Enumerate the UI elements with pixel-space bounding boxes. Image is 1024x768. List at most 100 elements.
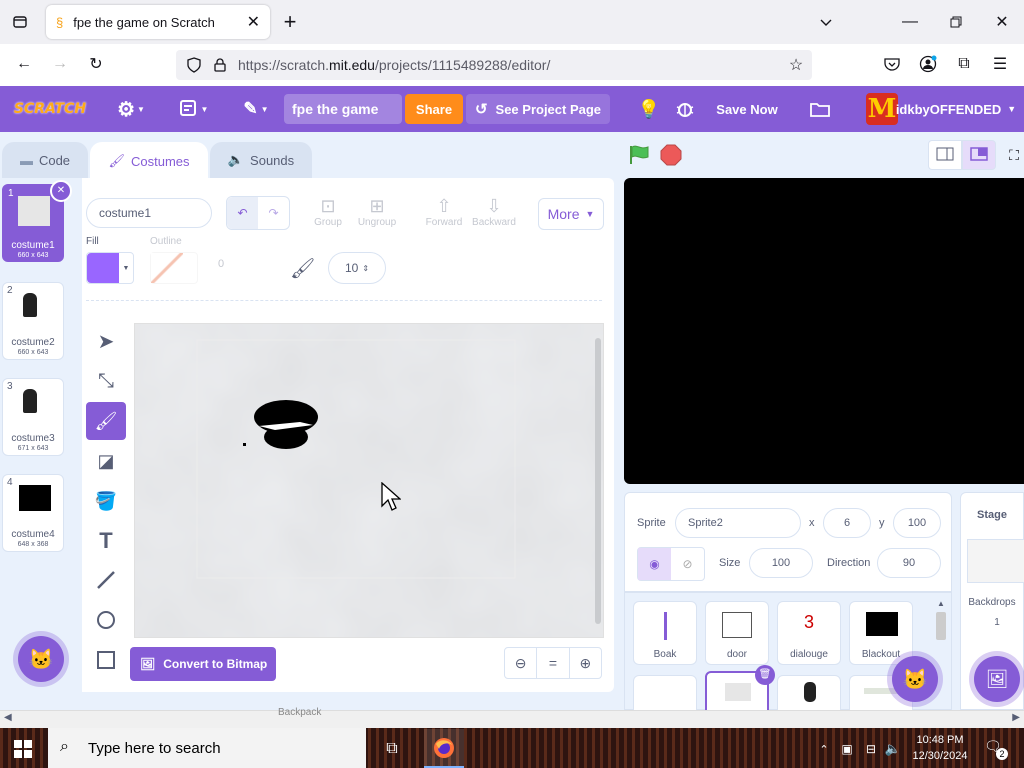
share-button[interactable]: Share bbox=[405, 94, 463, 124]
costume-item[interactable]: 2 costume2 660 x 643 bbox=[2, 282, 64, 360]
new-tab-icon[interactable]: + bbox=[278, 9, 302, 34]
stop-icon[interactable] bbox=[660, 144, 682, 166]
file-menu[interactable]: ▼ bbox=[174, 96, 214, 122]
scroll-left-icon[interactable]: ◀ bbox=[4, 712, 12, 723]
zoom-out-icon[interactable]: ⊖ bbox=[505, 648, 536, 678]
close-tab-icon[interactable]: ✕ bbox=[247, 12, 260, 32]
scratch-logo[interactable]: SCRATCH bbox=[14, 96, 86, 122]
pocket-icon[interactable] bbox=[880, 52, 904, 76]
costume-name-input[interactable]: costume1 bbox=[86, 198, 212, 228]
group-button[interactable]: ⊡ Group bbox=[310, 196, 346, 228]
brush-size-input[interactable]: 10 ⇕ bbox=[328, 252, 386, 284]
shield-icon[interactable] bbox=[184, 55, 204, 75]
x-input[interactable]: 6 bbox=[823, 508, 871, 538]
scroll-thumb[interactable] bbox=[936, 612, 946, 640]
menu-icon[interactable]: ☰ bbox=[988, 52, 1012, 76]
add-backdrop-button[interactable]: 🖼 bbox=[974, 656, 1020, 702]
delete-costume-icon[interactable]: ✕ bbox=[50, 180, 72, 202]
avatar[interactable]: M bbox=[866, 93, 898, 125]
browser-tab[interactable]: § fpe the game on Scratch ✕ bbox=[46, 5, 270, 39]
eye-slash-icon[interactable]: ⊘ bbox=[671, 548, 704, 580]
sprite-name-input[interactable]: Sprite2 bbox=[675, 508, 801, 538]
costume-item[interactable]: 1 costume1 660 x 643 ✕ bbox=[2, 180, 72, 262]
notifications-icon[interactable]: 🗨 2 bbox=[984, 738, 1008, 760]
fill-color-picker[interactable]: ▼ bbox=[86, 252, 134, 284]
redo-icon[interactable]: ↷ bbox=[258, 197, 289, 229]
lightbulb-icon[interactable]: 💡 bbox=[636, 96, 662, 122]
backward-button[interactable]: ⇩ Backward bbox=[470, 196, 518, 228]
text-tool[interactable]: T bbox=[86, 522, 126, 560]
account-menu[interactable]: idkbyOFFENDED ▼ bbox=[896, 96, 1016, 122]
brush-tool[interactable]: 🖌 bbox=[86, 402, 126, 440]
more-button[interactable]: More ▼ bbox=[538, 198, 604, 230]
sprite-tile[interactable]: 3 dialouge bbox=[777, 601, 841, 665]
sprite-tile[interactable]: Blackout bbox=[849, 601, 913, 665]
sprite-tile[interactable]: Boak bbox=[633, 601, 697, 665]
zoom-reset-button[interactable]: = bbox=[536, 648, 570, 678]
eraser-tool[interactable]: ◪ bbox=[86, 442, 126, 480]
lock-icon[interactable] bbox=[210, 55, 230, 75]
minimize-icon[interactable]: — bbox=[898, 10, 922, 34]
small-stage-button[interactable] bbox=[928, 140, 962, 170]
sprite-tile[interactable]: door bbox=[705, 601, 769, 665]
scroll-right-icon[interactable]: ▶ bbox=[1012, 712, 1020, 723]
outline-width-input[interactable]: 0 bbox=[218, 258, 248, 270]
restore-icon[interactable] bbox=[944, 10, 968, 34]
close-window-icon[interactable]: ✕ bbox=[990, 10, 1014, 34]
outline-color-picker[interactable] bbox=[150, 252, 198, 284]
debug-bug-icon[interactable] bbox=[672, 96, 698, 122]
tab-list-icon[interactable] bbox=[8, 10, 32, 34]
forward-icon[interactable]: → bbox=[48, 52, 72, 76]
reshape-tool[interactable]: ⤡ bbox=[86, 362, 126, 400]
stage[interactable] bbox=[624, 178, 1024, 484]
url-bar[interactable]: https://scratch. mit.edu/projects/1115489… bbox=[176, 50, 812, 80]
circle-tool[interactable] bbox=[86, 602, 126, 640]
convert-to-bitmap-button[interactable]: 🖼 Convert to Bitmap bbox=[130, 647, 276, 681]
tab-costumes[interactable]: 🖌 Costumes bbox=[90, 142, 208, 180]
chevron-down-icon[interactable] bbox=[814, 10, 838, 34]
backpack-label[interactable]: Backpack bbox=[278, 707, 321, 718]
direction-input[interactable]: 90 bbox=[877, 548, 941, 578]
task-view-icon[interactable]: ⧉ bbox=[380, 738, 404, 760]
green-flag-icon[interactable] bbox=[628, 144, 650, 166]
line-tool[interactable] bbox=[86, 562, 126, 600]
fill-tool[interactable]: 🪣 bbox=[86, 482, 126, 520]
scroll-up-icon[interactable]: ▲ bbox=[935, 599, 947, 608]
see-project-page-button[interactable]: ↺ See Project Page bbox=[466, 94, 610, 124]
ungroup-button[interactable]: ⊞ Ungroup bbox=[354, 196, 400, 228]
eye-icon[interactable]: ◉ bbox=[638, 548, 671, 580]
clock[interactable]: 10:48 PM 12/30/2024 bbox=[910, 732, 970, 764]
horizontal-scrollbar[interactable]: ◀ Backpack ▶ bbox=[0, 707, 1024, 728]
tab-sounds[interactable]: 🔈 Sounds bbox=[210, 142, 312, 178]
select-tool[interactable]: ➤ bbox=[86, 322, 126, 360]
windows-start-icon[interactable] bbox=[12, 738, 34, 760]
fullscreen-icon[interactable]: ⛶ bbox=[1004, 144, 1024, 166]
paint-canvas[interactable] bbox=[134, 323, 604, 638]
firefox-taskbar-icon[interactable] bbox=[424, 729, 464, 768]
my-stuff-folder-icon[interactable] bbox=[806, 96, 834, 122]
add-costume-button[interactable]: 🐱 bbox=[18, 636, 64, 682]
costume-item[interactable]: 3 costume3 671 x 643 bbox=[2, 378, 64, 456]
extensions-icon[interactable]: ⧉ bbox=[952, 52, 976, 76]
trash-icon[interactable]: 🗑 bbox=[755, 665, 775, 685]
bookmark-star-icon[interactable]: ☆ bbox=[786, 55, 806, 75]
large-stage-button[interactable] bbox=[962, 140, 996, 170]
undo-icon[interactable]: ↶ bbox=[227, 197, 258, 229]
meet-now-icon[interactable]: ▣ bbox=[838, 738, 856, 760]
tab-code[interactable]: ▬ Code bbox=[2, 142, 88, 178]
rectangle-tool[interactable] bbox=[86, 642, 126, 680]
save-now-button[interactable]: Save Now bbox=[712, 96, 782, 122]
back-icon[interactable]: ← bbox=[12, 52, 36, 76]
project-title-input[interactable]: fpe the game bbox=[284, 94, 402, 124]
volume-icon[interactable]: 🔈 bbox=[884, 738, 902, 760]
chevron-up-icon[interactable]: ⌃ bbox=[816, 738, 832, 760]
settings-menu[interactable]: ⚙ ▼ bbox=[112, 96, 150, 122]
size-input[interactable]: 100 bbox=[749, 548, 813, 578]
taskbar-search[interactable]: ⌕ Type here to search bbox=[48, 728, 366, 768]
edit-menu[interactable]: ✎ ▼ bbox=[236, 96, 276, 122]
zoom-in-icon[interactable]: ⊕ bbox=[570, 648, 601, 678]
y-input[interactable]: 100 bbox=[893, 508, 941, 538]
reload-icon[interactable]: ↻ bbox=[84, 52, 108, 76]
network-icon[interactable]: ⊟ bbox=[862, 738, 880, 760]
forward-button[interactable]: ⇧ Forward bbox=[422, 196, 466, 228]
